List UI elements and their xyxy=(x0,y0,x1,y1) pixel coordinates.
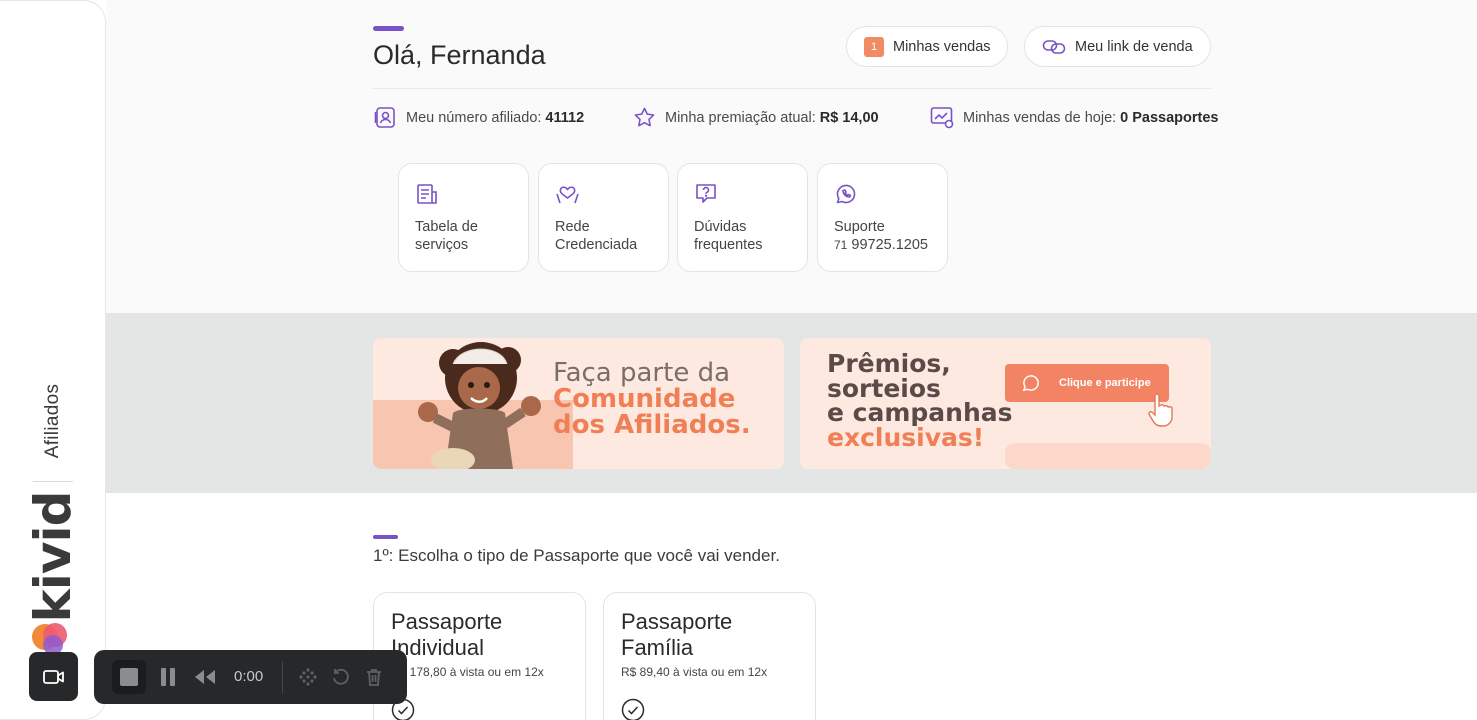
community-banner-line3: dos Afiliados. xyxy=(553,410,751,440)
community-banner-text: Faça parte da Comunidade dos Afiliados. xyxy=(553,360,751,438)
card-accredited-network-line2: Credenciada xyxy=(555,237,638,253)
today-sales: Minhas vendas de hoje: 0 Passaportes xyxy=(930,106,1219,129)
camera-toggle-button[interactable] xyxy=(29,652,78,701)
card-service-table-line2: serviços xyxy=(415,237,469,253)
sales-link-label: Meu link de venda xyxy=(1075,38,1193,55)
community-banner-line2: Comunidade xyxy=(553,384,736,414)
prizes-banner-line4: exclusivas! xyxy=(827,422,985,452)
recording-toolbar: 0:00 xyxy=(94,650,407,704)
sales-count-badge: 1 xyxy=(864,36,884,57)
card-faq-line1: Dúvidas xyxy=(694,219,747,235)
pause-icon[interactable] xyxy=(159,667,177,687)
passport-family-card[interactable]: Passaporte Família R$ 89,40 à vista ou e… xyxy=(603,592,816,720)
join-campaign-label: Clique e participe xyxy=(1059,377,1151,389)
stop-recording-button[interactable] xyxy=(112,660,146,694)
link-icon xyxy=(1042,39,1066,54)
step-accent-bar xyxy=(373,535,398,539)
restart-icon[interactable] xyxy=(331,667,351,687)
current-award: Minha premiação atual: R$ 14,00 xyxy=(633,106,879,129)
whatsapp-icon xyxy=(1022,375,1039,392)
card-service-table-line1: Tabela de xyxy=(415,219,478,235)
card-support-phone-prefix: 71 xyxy=(834,238,848,252)
sales-chart-icon xyxy=(930,107,954,129)
sidebar: Afiliados kivid xyxy=(0,0,106,720)
sidebar-section-label: Afiliados xyxy=(42,383,63,459)
trash-icon[interactable] xyxy=(364,667,384,687)
prizes-banner-line3: e campanhas xyxy=(827,398,1013,427)
recording-timer: 0:00 xyxy=(234,668,264,685)
current-award-label: Minha premiação atual: xyxy=(665,109,816,126)
page-title: Olá, Fernanda xyxy=(373,40,546,70)
prizes-banner[interactable]: Prêmios, sorteios e campanhas exclusivas… xyxy=(800,338,1211,469)
header-divider xyxy=(373,88,1211,89)
pointer-hand-icon xyxy=(1148,393,1173,427)
brand-logo-text[interactable]: kivid xyxy=(24,492,82,623)
today-sales-label: Minhas vendas de hoje: xyxy=(963,109,1117,126)
star-icon xyxy=(634,107,655,127)
card-support-line1: Suporte xyxy=(834,219,885,235)
grid-dots-icon[interactable] xyxy=(298,667,318,687)
camera-icon xyxy=(42,669,64,684)
id-card-icon xyxy=(374,107,395,128)
prizes-banner-line1: Prêmios, xyxy=(827,349,951,378)
check-circle-icon xyxy=(621,698,645,720)
passport-family-price: R$ 89,40 à vista ou em 12x xyxy=(621,665,768,679)
card-accredited-network[interactable]: Rede Credenciada xyxy=(538,163,669,272)
my-sales-button[interactable]: 1 Minhas vendas xyxy=(846,26,1008,67)
affiliate-number-value: 41112 xyxy=(545,109,585,126)
handshake-icon xyxy=(556,186,579,204)
stop-icon xyxy=(120,668,138,686)
current-award-value: R$ 14,00 xyxy=(819,109,879,126)
today-sales-value: 0 Passaportes xyxy=(1120,109,1219,126)
affiliate-number: Meu número afiliado: 41112 xyxy=(374,106,584,129)
step-instruction: 1º: Escolha o tipo de Passaporte que voc… xyxy=(373,546,780,565)
my-sales-label: Minhas vendas xyxy=(893,38,991,55)
card-support-phone: 99725.1205 xyxy=(851,237,928,253)
passport-family-title: Passaporte Família xyxy=(621,609,733,660)
title-accent-bar xyxy=(373,26,404,31)
card-faq[interactable]: Dúvidas frequentes xyxy=(677,163,808,272)
community-banner[interactable]: Faça parte da Comunidade dos Afiliados. xyxy=(373,338,784,469)
sidebar-divider xyxy=(33,481,73,482)
community-banner-line1: Faça parte da xyxy=(553,358,731,388)
sales-link-button[interactable]: Meu link de venda xyxy=(1024,26,1211,67)
passport-individual-price: R$ 178,80 à vista ou em 12x xyxy=(391,665,544,679)
whatsapp-icon xyxy=(836,184,856,204)
card-accredited-network-line1: Rede xyxy=(555,219,590,235)
card-support[interactable]: Suporte 71 99725.1205 xyxy=(817,163,948,272)
card-service-table[interactable]: Tabela de serviços xyxy=(398,163,529,272)
rewind-icon[interactable] xyxy=(193,667,217,687)
toolbar-separator xyxy=(282,661,283,693)
question-icon xyxy=(696,184,716,203)
passport-individual-title: Passaporte Individual xyxy=(391,609,503,660)
card-faq-line2: frequentes xyxy=(694,237,763,253)
prizes-banner-text: Prêmios, sorteios e campanhas exclusivas… xyxy=(827,349,1013,452)
banner-band xyxy=(106,313,1477,493)
table-icon xyxy=(417,184,437,204)
affiliate-number-label: Meu número afiliado: xyxy=(406,109,542,126)
